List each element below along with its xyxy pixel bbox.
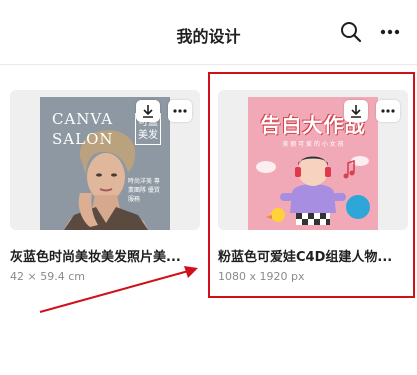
download-icon — [143, 105, 153, 118]
card-more-button[interactable] — [168, 100, 192, 122]
more-icon — [380, 29, 400, 35]
search-button[interactable] — [337, 18, 365, 46]
design-name[interactable]: 灰蓝色时尚美妆美发照片美... — [10, 246, 200, 265]
top-bar: 我的设计 — [0, 0, 417, 65]
download-button[interactable] — [136, 100, 160, 122]
design-thumbnail[interactable]: CANVA SALON 可盈美发 時尚洋美 專業團隊 優質服務 — [10, 90, 200, 230]
highlight-box — [208, 72, 415, 298]
search-icon — [341, 22, 362, 43]
more-options-button[interactable] — [376, 18, 404, 46]
poster-caption: 時尚洋美 專業團隊 優質服務 — [128, 178, 160, 203]
design-size: 42 × 59.4 cm — [10, 270, 85, 283]
more-icon — [173, 109, 187, 113]
poster-title: CANVA SALON — [52, 110, 114, 148]
